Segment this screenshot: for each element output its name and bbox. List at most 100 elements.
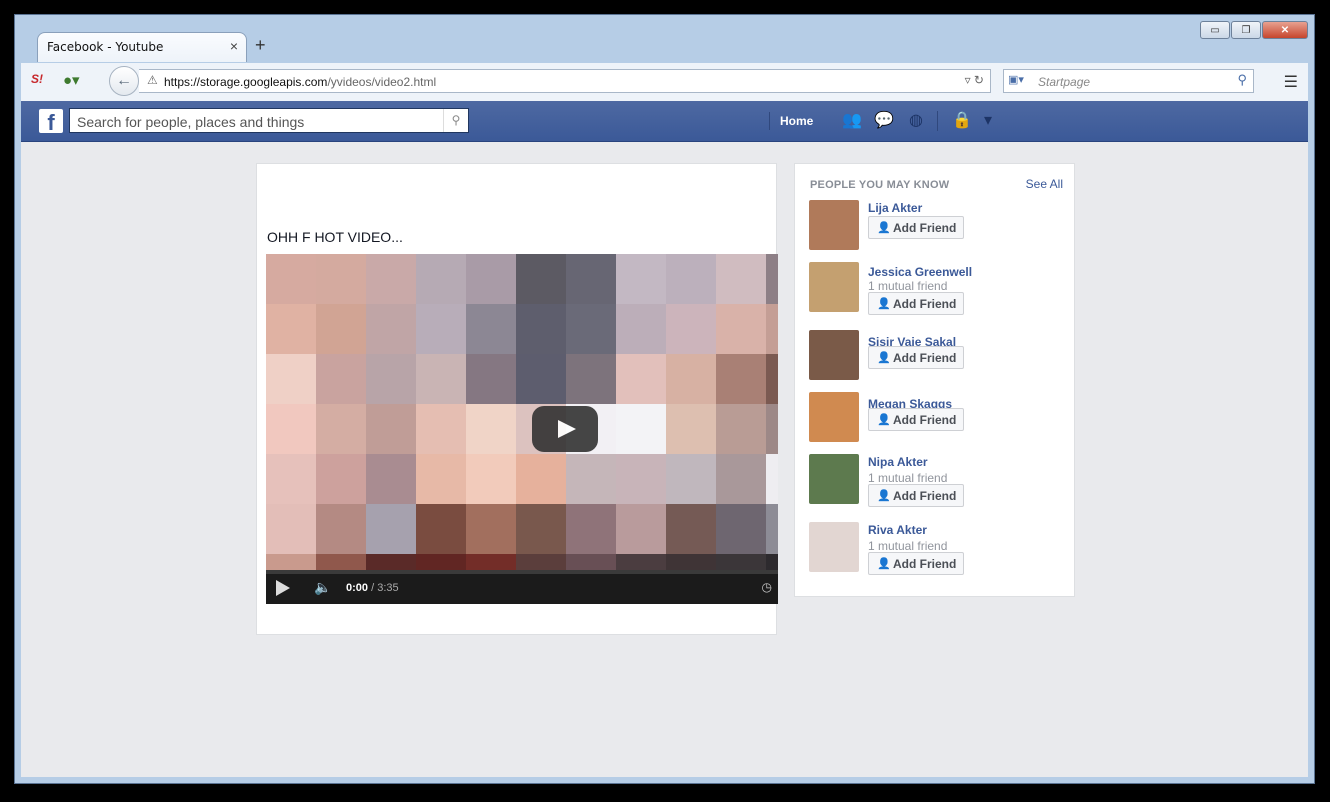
avatar[interactable]	[809, 522, 859, 572]
play-button[interactable]	[532, 406, 598, 452]
mutual-friends[interactable]: 1 mutual friend	[868, 471, 947, 485]
add-friend-button[interactable]: 👤 Add Friend	[868, 216, 964, 239]
privacy-shortcuts-icon[interactable]: 🔒	[951, 110, 973, 132]
add-friend-button[interactable]: 👤 Add Friend	[868, 408, 964, 431]
add-friend-icon: 👤	[877, 414, 891, 426]
browser-tab[interactable]: Facebook - Youtube ×	[37, 32, 247, 62]
mosaic-tile	[416, 404, 466, 454]
duration: / 3:35	[368, 582, 399, 594]
reload-icon[interactable]: ▿ ↻	[965, 73, 984, 87]
maximize-button[interactable]: ❐	[1231, 21, 1261, 39]
avatar[interactable]	[809, 392, 859, 442]
mosaic-tile	[266, 504, 316, 554]
pymk-person: Jessica Greenwell 1 mutual friend 👤 Add Fri…	[809, 262, 1069, 322]
mosaic-tile	[266, 404, 316, 454]
mosaic-tile	[316, 504, 366, 554]
mosaic-tile	[366, 254, 416, 304]
extension-s-icon[interactable]: S!	[31, 72, 51, 90]
mosaic-tile	[416, 454, 466, 504]
search-icon[interactable]: ⚲	[1237, 72, 1247, 88]
mosaic-tile	[716, 304, 766, 354]
mosaic-tile	[716, 454, 766, 504]
person-name[interactable]: Jessica Greenwell	[868, 265, 972, 279]
back-button[interactable]: ←	[109, 66, 139, 96]
volume-icon[interactable]: 🔈	[314, 579, 331, 596]
mosaic-tile	[666, 304, 716, 354]
new-tab-button[interactable]: +	[255, 35, 266, 56]
person-name[interactable]: Lija Akter	[868, 201, 922, 215]
tab-title: Facebook - Youtube	[47, 40, 164, 54]
mosaic-tile	[766, 304, 778, 354]
messages-icon[interactable]: 💬	[873, 110, 895, 132]
minimize-button[interactable]: ▭	[1200, 21, 1230, 39]
mosaic-tile	[666, 254, 716, 304]
account-dropdown-icon[interactable]: ▾	[977, 110, 999, 132]
mosaic-tile	[566, 504, 616, 554]
video-thumbnail[interactable]	[266, 254, 778, 604]
search-engine-icon[interactable]: ▣▾	[1008, 73, 1024, 86]
mosaic-tile	[366, 354, 416, 404]
mutual-friends[interactable]: 1 mutual friend	[868, 539, 947, 553]
post-card: OHH F HOT VIDEO... 🔈 0:00 / 3:35 ◷	[256, 163, 778, 635]
nav-toolbar: S! ●▾ ← ⚠ https://storage.googleapis.com…	[21, 63, 1308, 102]
back-arrow-icon: ←	[116, 72, 132, 89]
address-bar[interactable]: ⚠ https://storage.googleapis.com/yvideos…	[139, 69, 991, 93]
browser-search-placeholder: Startpage	[1038, 75, 1091, 89]
mosaic-tile	[266, 354, 316, 404]
page-content: f Search for people, places and things ⚲…	[21, 101, 1308, 777]
facebook-search-placeholder: Search for people, places and things	[77, 114, 305, 130]
mosaic-tile	[516, 354, 566, 404]
add-friend-button[interactable]: 👤 Add Friend	[868, 346, 964, 369]
mosaic-tile	[466, 354, 516, 404]
mosaic-tile	[766, 254, 778, 304]
avatar[interactable]	[809, 454, 859, 504]
mosaic-tile	[516, 304, 566, 354]
mosaic-tile	[416, 304, 466, 354]
mosaic-tile	[466, 504, 516, 554]
add-friend-button[interactable]: 👤 Add Friend	[868, 292, 964, 315]
mutual-friends[interactable]: 1 mutual friend	[868, 279, 947, 293]
avatar[interactable]	[809, 330, 859, 380]
divider	[937, 111, 938, 131]
hamburger-menu-icon[interactable]: ☰	[1284, 72, 1298, 92]
person-name[interactable]: Nipa Akter	[868, 455, 928, 469]
friend-requests-icon[interactable]: 👥	[841, 110, 863, 132]
mosaic-tile	[266, 454, 316, 504]
warning-icon: ⚠	[147, 73, 158, 87]
search-icon[interactable]: ⚲	[443, 109, 468, 132]
watch-later-icon[interactable]: ◷	[762, 580, 772, 594]
notifications-globe-icon[interactable]: ◍	[905, 110, 927, 132]
video-player[interactable]: 🔈 0:00 / 3:35 ◷	[266, 254, 778, 604]
avatar[interactable]	[809, 200, 859, 250]
mosaic-tile	[716, 354, 766, 404]
see-all-link[interactable]: See All	[1026, 177, 1063, 191]
mosaic-tile	[766, 404, 778, 454]
mosaic-tile	[516, 504, 566, 554]
add-friend-label: Add Friend	[893, 297, 957, 311]
browser-search-bar[interactable]: ▣▾ Startpage ⚲	[1003, 69, 1254, 93]
mosaic-tile	[366, 404, 416, 454]
add-friend-icon: 👤	[877, 222, 891, 234]
mosaic-tile	[666, 504, 716, 554]
pymk-title: PEOPLE YOU MAY KNOW	[810, 179, 950, 191]
url-host: https://storage.googleapis.com	[164, 75, 328, 89]
add-friend-icon: 👤	[877, 558, 891, 570]
tab-close-icon[interactable]: ×	[230, 38, 238, 54]
mosaic-tile	[316, 354, 366, 404]
mosaic-tile	[666, 404, 716, 454]
extension-leaf-icon[interactable]: ●▾	[63, 71, 83, 91]
add-friend-label: Add Friend	[893, 489, 957, 503]
play-icon[interactable]	[276, 580, 290, 596]
pymk-person: Sisir Vaje Sakal 👤 Add Friend	[809, 330, 1069, 390]
avatar[interactable]	[809, 262, 859, 312]
mosaic-tile	[416, 254, 466, 304]
mosaic-tile	[466, 404, 516, 454]
facebook-logo[interactable]: f	[39, 109, 63, 135]
add-friend-button[interactable]: 👤 Add Friend	[868, 484, 964, 507]
home-link[interactable]: Home	[769, 112, 813, 130]
close-window-button[interactable]: ✕	[1262, 21, 1308, 39]
person-name[interactable]: Riva Akter	[868, 523, 927, 537]
facebook-search-input[interactable]: Search for people, places and things ⚲	[69, 108, 469, 133]
mosaic-tile	[516, 454, 566, 504]
add-friend-button[interactable]: 👤 Add Friend	[868, 552, 964, 575]
